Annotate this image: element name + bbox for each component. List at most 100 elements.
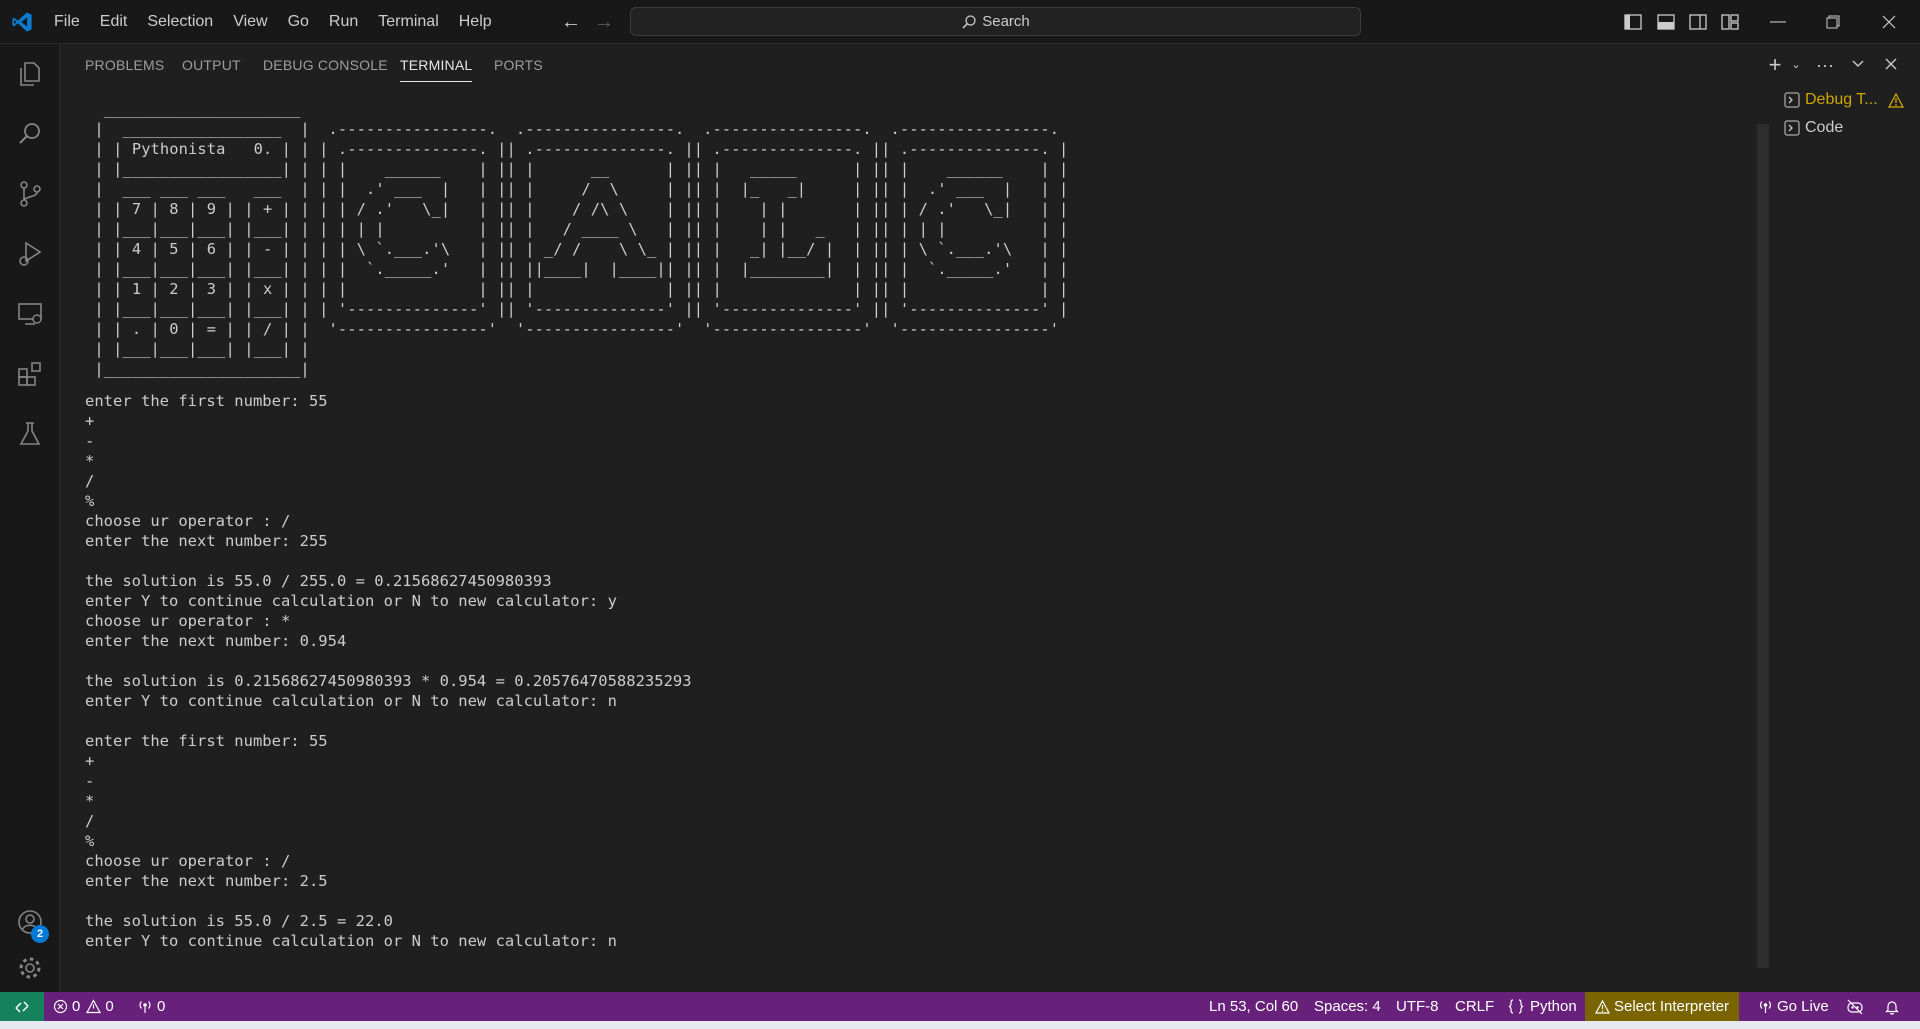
forwarded-ports-status[interactable]: 0 xyxy=(137,992,165,1021)
encoding-status[interactable]: UTF-8 xyxy=(1396,992,1439,1021)
cursor-position[interactable]: Ln 53, Col 60 xyxy=(1209,992,1298,1021)
terminal-line: - xyxy=(85,432,95,450)
terminal-line: enter Y to continue calculation or N to … xyxy=(85,592,617,610)
forward-arrow-icon[interactable]: → xyxy=(592,10,616,34)
problems-status[interactable]: 0 0 xyxy=(53,992,114,1021)
toggle-panel-icon[interactable] xyxy=(1656,12,1676,32)
launch-profile-chevron-icon[interactable]: ⌄ xyxy=(1786,54,1806,76)
accounts-icon[interactable]: 2 xyxy=(0,898,60,946)
menu-run[interactable]: Run xyxy=(319,7,368,37)
terminal-line: enter the first number: 55 xyxy=(85,732,328,750)
back-arrow-icon[interactable]: ← xyxy=(559,10,583,34)
activity-bar: 2 xyxy=(0,44,60,992)
terminal-entry-debug[interactable]: Debug T... xyxy=(1772,86,1920,114)
more-actions-icon[interactable]: ··· xyxy=(1815,54,1835,76)
remote-explorer-icon[interactable] xyxy=(0,290,60,338)
title-bar: File Edit Selection View Go Run Terminal… xyxy=(0,0,1920,44)
restore-icon[interactable] xyxy=(1810,0,1856,44)
eol-status[interactable]: CRLF xyxy=(1455,992,1494,1021)
error-count: 0 xyxy=(72,998,81,1015)
terminal-line: enter the next number: 255 xyxy=(85,532,328,550)
terminal-line: - xyxy=(85,772,95,790)
extensions-icon[interactable] xyxy=(0,350,60,398)
indentation-status[interactable]: Spaces: 4 xyxy=(1314,992,1381,1021)
terminal-line: the solution is 0.21568627450980393 * 0.… xyxy=(85,672,692,690)
menu-terminal[interactable]: Terminal xyxy=(368,7,448,37)
terminal-line: % xyxy=(85,492,95,510)
taskbar-edge xyxy=(0,1021,1920,1029)
ports-count: 0 xyxy=(157,998,166,1015)
command-center-search[interactable]: Search xyxy=(630,7,1361,36)
close-panel-icon[interactable] xyxy=(1881,54,1901,76)
language-mode[interactable]: Python xyxy=(1508,992,1577,1021)
interpreter-label: Select Interpreter xyxy=(1614,998,1730,1015)
tab-problems[interactable]: PROBLEMS xyxy=(85,44,164,84)
search-view-icon[interactable] xyxy=(0,110,60,158)
manage-gear-icon[interactable] xyxy=(0,944,60,992)
terminal-entry-label: Debug T... xyxy=(1805,91,1878,108)
menu-edit[interactable]: Edit xyxy=(90,7,138,37)
terminal-line: + xyxy=(85,752,95,770)
broadcast-icon xyxy=(139,1001,151,1013)
select-interpreter-button[interactable]: Select Interpreter xyxy=(1585,992,1740,1021)
menu-help[interactable]: Help xyxy=(449,7,502,37)
terminal-scrollbar[interactable] xyxy=(1757,124,1769,968)
terminal-line: / xyxy=(85,812,95,830)
go-live-label: Go Live xyxy=(1777,998,1829,1015)
terminal-line: / xyxy=(85,472,95,490)
terminal-line: enter Y to continue calculation or N to … xyxy=(85,932,617,950)
menu-view[interactable]: View xyxy=(223,7,277,37)
terminal-entry-code[interactable]: Code xyxy=(1772,114,1920,142)
terminal-line: choose ur operator : * xyxy=(85,612,291,630)
warning-count: 0 xyxy=(105,998,114,1015)
broadcast-icon xyxy=(1760,1001,1771,1013)
search-icon xyxy=(962,14,976,29)
error-icon xyxy=(53,999,68,1014)
status-bar: 0 0 0 Ln 53, Col 60 Spaces: 4 UTF-8 CRLF… xyxy=(0,992,1920,1021)
terminal-line: choose ur operator : / xyxy=(85,512,291,530)
tab-debug-console[interactable]: DEBUG CONSOLE xyxy=(263,44,388,84)
terminal-line: the solution is 55.0 / 2.5 = 22.0 xyxy=(85,912,393,930)
go-live-button[interactable]: Go Live xyxy=(1758,992,1829,1021)
remote-indicator-icon[interactable] xyxy=(0,992,44,1021)
tab-ports[interactable]: PORTS xyxy=(494,44,543,84)
warning-icon xyxy=(1887,92,1904,108)
close-window-icon[interactable] xyxy=(1866,0,1912,44)
terminal-view[interactable]: _____________________ | ________________… xyxy=(85,99,1745,979)
vscode-logo-icon xyxy=(12,12,32,32)
braces-icon xyxy=(1508,999,1524,1014)
toggle-primary-sidebar-icon[interactable] xyxy=(1623,12,1643,32)
accounts-badge: 2 xyxy=(31,925,49,943)
terminal-line: * xyxy=(85,452,95,470)
terminal-entry-label: Code xyxy=(1805,119,1844,136)
terminal-line: * xyxy=(85,792,95,810)
maximize-panel-chevron-icon[interactable] xyxy=(1848,54,1868,76)
menu-go[interactable]: Go xyxy=(278,7,319,37)
terminal-line: choose ur operator : / xyxy=(85,852,291,870)
minimize-icon[interactable]: — xyxy=(1755,0,1801,44)
copilot-disabled-icon[interactable] xyxy=(1846,992,1868,1021)
explorer-icon[interactable] xyxy=(0,50,60,98)
terminal-output: enter the first number: 55 + - * /% choose ur… xyxy=(85,391,1745,951)
terminal-tabs-list: Debug T... Code xyxy=(1772,86,1920,142)
notifications-bell-icon[interactable] xyxy=(1884,992,1904,1021)
terminal-line: enter the next number: 2.5 xyxy=(85,872,328,890)
source-control-icon[interactable] xyxy=(0,170,60,218)
terminal-line: enter the next number: 0.954 xyxy=(85,632,347,650)
menu-selection[interactable]: Selection xyxy=(137,7,223,37)
toggle-secondary-sidebar-icon[interactable] xyxy=(1688,12,1708,32)
menu-file[interactable]: File xyxy=(44,7,90,37)
terminal-icon xyxy=(1784,120,1800,136)
search-label: Search xyxy=(982,13,1030,30)
tab-terminal[interactable]: TERMINAL xyxy=(400,44,473,84)
run-debug-icon[interactable] xyxy=(0,230,60,278)
customize-layout-icon[interactable] xyxy=(1720,12,1740,32)
warning-icon xyxy=(86,999,102,1014)
terminal-line: enter the first number: 55 xyxy=(85,392,328,410)
testing-flask-icon[interactable] xyxy=(0,410,60,458)
new-terminal-plus-icon[interactable]: + xyxy=(1765,54,1785,76)
tab-output[interactable]: OUTPUT xyxy=(182,44,241,84)
